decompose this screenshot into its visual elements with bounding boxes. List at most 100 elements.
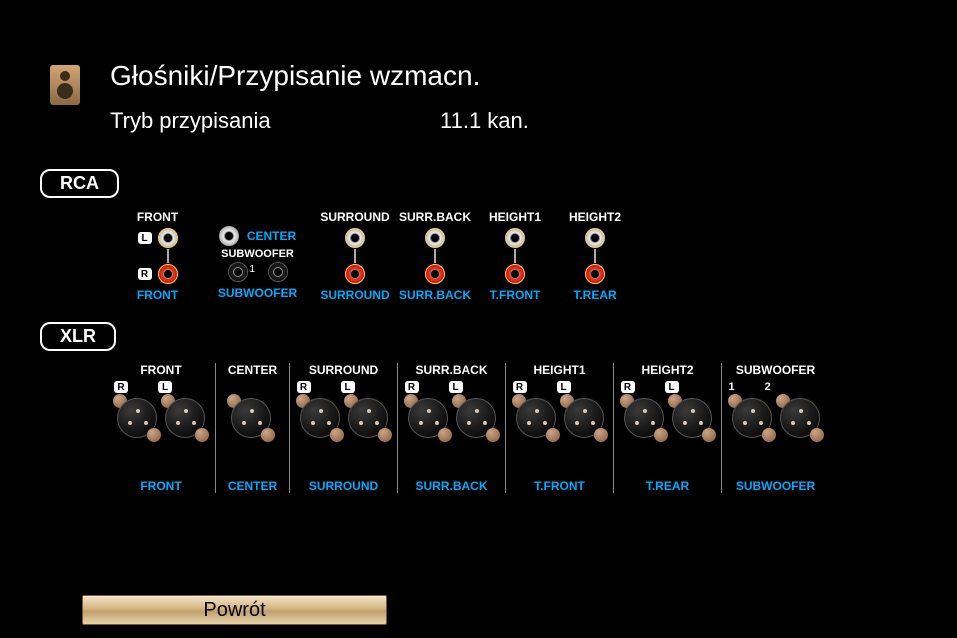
rca-surround-group: SURROUND SURROUND bbox=[315, 210, 395, 302]
rca-height2-bottom: T.REAR bbox=[573, 288, 616, 302]
rca-jack-icon bbox=[345, 228, 365, 248]
sub-num-1: 1 bbox=[729, 381, 735, 393]
xlr-group: SUBWOOFER 1 2 SUBWOOFER bbox=[721, 363, 829, 493]
sub-num-1: 1 bbox=[250, 264, 256, 275]
l-badge: L bbox=[449, 381, 463, 393]
rca-jack-icon bbox=[228, 262, 248, 282]
l-badge: L bbox=[138, 232, 152, 244]
xlr-bottom-label: FRONT bbox=[140, 479, 181, 493]
xlr-jack-icon bbox=[345, 395, 391, 441]
r-badge: R bbox=[114, 381, 128, 393]
header: Głośniki/Przypisanie wzmacn. Tryb przypi… bbox=[0, 0, 957, 134]
rca-subwoofer-bottom-label: SUBWOOFER bbox=[218, 286, 297, 300]
rca-front-group: FRONT L R FRONT bbox=[115, 210, 200, 302]
xlr-group: SURROUND R L SURROUND bbox=[289, 363, 397, 493]
rca-jack-icon bbox=[158, 264, 178, 284]
connector-line bbox=[594, 249, 596, 263]
rca-row: FRONT L R FRONT CENTER SUBWOOFER 1 2 S bbox=[0, 210, 957, 302]
sub-num-2: 2 bbox=[765, 381, 771, 393]
xlr-row: FRONT R L FRONT CENTER bbox=[0, 363, 957, 493]
speaker-icon bbox=[50, 65, 80, 105]
xlr-top-label: HEIGHT2 bbox=[621, 363, 715, 377]
r-badge: R bbox=[405, 381, 419, 393]
rca-subwoofer-label: SUBWOOFER bbox=[221, 248, 294, 260]
xlr-group: HEIGHT1 R L T.FRONT bbox=[505, 363, 613, 493]
rca-jack-icon bbox=[345, 264, 365, 284]
xlr-top-label: SURR.BACK bbox=[405, 363, 499, 377]
xlr-jack-icon bbox=[297, 395, 343, 441]
xlr-group: SURR.BACK R L SURR.BACK bbox=[397, 363, 505, 493]
page-title: Głośniki/Przypisanie wzmacn. bbox=[110, 60, 529, 92]
rca-surrback-top: SURR.BACK bbox=[399, 210, 471, 224]
rca-height1-group: HEIGHT1 T.FRONT bbox=[475, 210, 555, 302]
rca-surround-bottom: SURROUND bbox=[320, 288, 389, 302]
connector-line bbox=[434, 249, 436, 263]
xlr-bottom-label: T.REAR bbox=[646, 479, 689, 493]
xlr-group: HEIGHT2 R L T.REAR bbox=[613, 363, 721, 493]
xlr-top-label: SUBWOOFER bbox=[729, 363, 823, 377]
r-badge: R bbox=[138, 268, 152, 280]
xlr-jack-icon bbox=[729, 395, 775, 441]
rca-jack-icon bbox=[268, 262, 288, 282]
xlr-top-label: FRONT bbox=[114, 363, 208, 377]
l-badge: L bbox=[665, 381, 679, 393]
r-badge: R bbox=[513, 381, 527, 393]
r-badge: R bbox=[621, 381, 635, 393]
xlr-top-label: SURROUND bbox=[297, 363, 391, 377]
xlr-jack-icon bbox=[228, 395, 274, 441]
header-text: Głośniki/Przypisanie wzmacn. Tryb przypi… bbox=[110, 60, 529, 134]
assign-mode-label: Tryb przypisania bbox=[110, 108, 440, 134]
rca-jack-icon bbox=[219, 226, 239, 246]
xlr-jack-icon bbox=[669, 395, 715, 441]
xlr-jack-icon bbox=[621, 395, 667, 441]
r-badge: R bbox=[297, 381, 311, 393]
xlr-top-label: HEIGHT1 bbox=[513, 363, 607, 377]
connector-line bbox=[167, 249, 169, 263]
rca-surrback-group: SURR.BACK SURR.BACK bbox=[395, 210, 475, 302]
rca-height1-top: HEIGHT1 bbox=[489, 210, 541, 224]
rca-height2-group: HEIGHT2 T.REAR bbox=[555, 210, 635, 302]
xlr-jack-icon bbox=[405, 395, 451, 441]
connector-line bbox=[354, 249, 356, 263]
return-button-label: Powrót bbox=[203, 599, 265, 622]
rca-front-top-label: FRONT bbox=[137, 210, 178, 224]
rca-height2-top: HEIGHT2 bbox=[569, 210, 621, 224]
rca-center-label: CENTER bbox=[247, 229, 296, 243]
xlr-bottom-label: SURR.BACK bbox=[416, 479, 488, 493]
xlr-section-header: XLR bbox=[40, 322, 957, 351]
rca-surrback-bottom: SURR.BACK bbox=[399, 288, 471, 302]
xlr-group: CENTER CENTER bbox=[215, 363, 289, 493]
rca-jack-icon bbox=[505, 228, 525, 248]
return-button[interactable]: Powrót bbox=[82, 595, 387, 625]
xlr-bottom-label: CENTER bbox=[228, 479, 277, 493]
xlr-label: XLR bbox=[40, 322, 116, 351]
connector-line bbox=[514, 249, 516, 263]
rca-jack-icon bbox=[585, 228, 605, 248]
rca-jack-icon bbox=[425, 228, 445, 248]
rca-front-bottom-label: FRONT bbox=[137, 288, 178, 302]
rca-jack-icon bbox=[585, 264, 605, 284]
rca-height1-bottom: T.FRONT bbox=[490, 288, 541, 302]
l-badge: L bbox=[341, 381, 355, 393]
xlr-jack-icon bbox=[513, 395, 559, 441]
xlr-jack-icon bbox=[114, 395, 160, 441]
assign-mode-value: 11.1 kan. bbox=[440, 108, 529, 134]
rca-center-sub-group: CENTER SUBWOOFER 1 2 SUBWOOFER bbox=[200, 210, 315, 300]
l-badge: L bbox=[557, 381, 571, 393]
rca-jack-icon bbox=[505, 264, 525, 284]
l-badge: L bbox=[158, 381, 172, 393]
xlr-top-label: CENTER bbox=[228, 363, 277, 377]
rca-surround-top: SURROUND bbox=[320, 210, 389, 224]
xlr-jack-icon bbox=[561, 395, 607, 441]
xlr-jack-icon bbox=[453, 395, 499, 441]
xlr-bottom-label: T.FRONT bbox=[534, 479, 585, 493]
xlr-jack-icon bbox=[777, 395, 823, 441]
rca-jack-icon bbox=[425, 264, 445, 284]
rca-section-header: RCA bbox=[40, 169, 957, 198]
rca-jack-icon bbox=[158, 228, 178, 248]
xlr-bottom-label: SUBWOOFER bbox=[736, 479, 815, 493]
assign-mode-row[interactable]: Tryb przypisania 11.1 kan. bbox=[110, 108, 529, 134]
xlr-jack-icon bbox=[162, 395, 208, 441]
xlr-group: FRONT R L FRONT bbox=[107, 363, 215, 493]
rca-label: RCA bbox=[40, 169, 119, 198]
